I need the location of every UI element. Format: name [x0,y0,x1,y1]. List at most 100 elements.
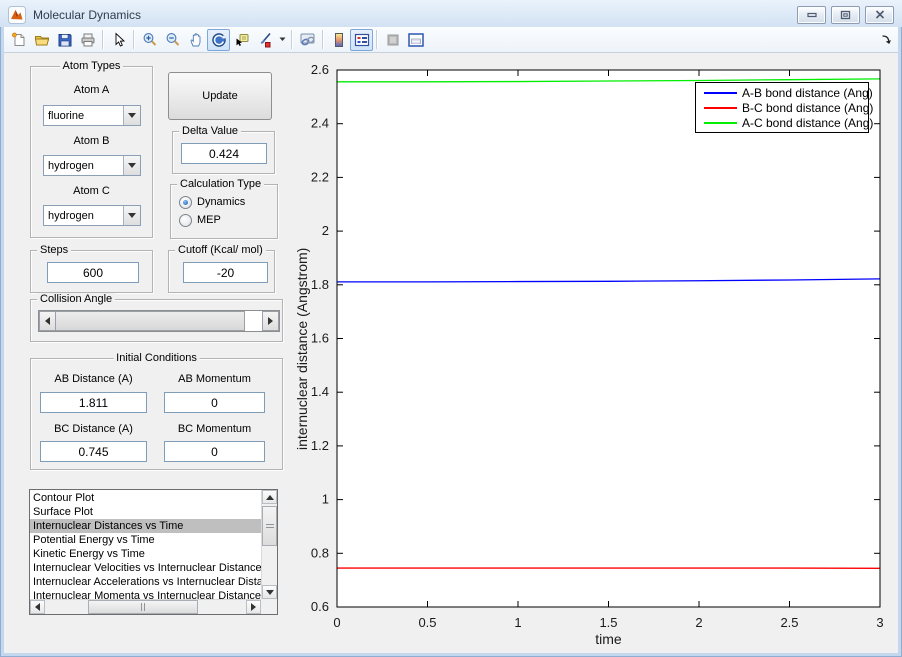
atom-types-panel-title: Atom Types [59,60,124,73]
rotate-3d-icon [211,32,226,47]
restore-button[interactable] [831,5,860,24]
list-item[interactable]: Internuclear Distances vs Time [30,519,261,533]
scroll-left-button[interactable] [30,600,45,614]
list-item[interactable]: Internuclear Accelerations vs Internucle… [30,575,261,589]
hide-plot-tools-icon [387,34,398,45]
slider-right-button[interactable] [262,311,279,331]
scroll-up-button[interactable] [262,490,277,504]
link-plot-button[interactable] [296,29,319,51]
insert-colorbar-button[interactable] [327,29,350,51]
slider-thumb[interactable] [55,311,245,331]
list-item[interactable]: Internuclear Velocities vs Internuclear … [30,561,261,575]
scroll-down-button[interactable] [262,585,277,599]
cutoff-title: Cutoff (Kcal/ mol) [175,244,266,257]
toolbar-overflow-icon[interactable] [881,34,892,45]
list-item[interactable]: Contour Plot [30,491,261,505]
brush-dropdown-button[interactable] [276,29,288,51]
insert-legend-button[interactable] [350,28,373,51]
pointer-tool-button[interactable] [107,29,130,51]
toolbar-separator [102,30,104,49]
legend-entry: A-C bond distance (Ang) [696,115,873,130]
hide-plot-tools-button[interactable] [381,29,404,51]
calculation-type-panel: Calculation Type [170,178,278,239]
thumb-grip [265,524,274,528]
zoom-in-icon [143,32,156,46]
scroll-right-button[interactable] [246,600,261,614]
radio-dynamics[interactable]: Dynamics [179,195,245,209]
pan-tool-button[interactable] [184,29,207,51]
collision-angle-slider[interactable] [38,310,280,332]
list-item[interactable]: Surface Plot [30,505,261,519]
radio-dynamics-label: Dynamics [197,196,246,208]
horizontal-scroll-thumb[interactable] [88,600,198,614]
delta-value-title: Delta Value [179,125,242,138]
list-item[interactable]: Potential Energy vs Time [30,533,261,547]
x-axis-label: time [595,631,622,647]
print-button[interactable] [76,29,99,51]
svg-text:1: 1 [514,615,521,630]
legend-line-sample [704,106,737,109]
rotate-3d-button[interactable] [207,28,230,51]
arrow-up-icon [265,494,274,500]
plot-type-listbox[interactable]: Contour Plot Surface Plot Internuclear D… [29,489,278,615]
plot-legend[interactable]: A-B bond distance (Ang) B-C bond distanc… [695,82,873,133]
legend-entry: A-B bond distance (Ang) [696,85,873,100]
ab-momentum-field[interactable] [164,392,265,413]
save-button[interactable] [53,29,76,51]
minimize-button[interactable] [797,5,826,24]
slider-left-button[interactable] [39,311,56,331]
chevron-down-icon [128,213,136,218]
calculation-type-title: Calculation Type [177,178,265,191]
data-cursor-button[interactable] [230,29,253,51]
steps-field[interactable] [47,262,139,283]
close-button[interactable] [865,5,894,24]
thumb-grip [141,603,145,611]
data-cursor-icon [236,33,248,46]
figure-canvas: 0 0.5 1 1.5 2 2.5 3 0.6 0.8 1 1.2 1.4 1.6 1.8 2 2.2 2.4 2… [4,53,898,653]
atom-a-value: fluorine [48,110,85,122]
collision-angle-title: Collision Angle [37,293,116,306]
cutoff-field[interactable] [183,262,268,283]
vertical-scrollbar[interactable] [261,490,277,599]
legend-line-sample [704,121,737,124]
restore-icon [840,10,851,19]
svg-text:0: 0 [333,615,340,630]
open-folder-icon [34,35,49,45]
ab-distance-field[interactable] [40,392,147,413]
svg-text:1: 1 [322,492,329,507]
ab-momentum-label: AB Momentum [178,373,251,385]
atom-b-value: hydrogen [48,160,94,172]
dock-figure-button[interactable] [404,29,427,51]
toolbar-separator [376,30,378,49]
radio-mep[interactable]: MEP [179,213,221,227]
pointer-icon [115,31,125,47]
svg-text:2.6: 2.6 [311,62,329,77]
brush-tool-button[interactable] [253,29,276,51]
atom-b-select[interactable]: hydrogen [43,155,141,176]
zoom-in-button[interactable] [138,29,161,51]
open-file-button[interactable] [30,29,53,51]
list-item[interactable]: Kinetic Energy vs Time [30,547,261,561]
new-file-button[interactable] [7,29,30,51]
combo-dropdown-button[interactable] [123,156,140,175]
zoom-out-button[interactable] [161,29,184,51]
atom-c-select[interactable]: hydrogen [43,205,141,226]
arrow-down-icon [265,589,274,595]
combo-dropdown-button[interactable] [123,206,140,225]
combo-dropdown-button[interactable] [123,106,140,125]
bc-distance-field[interactable] [40,441,147,462]
bc-momentum-field[interactable] [164,441,265,462]
update-button[interactable]: Update [168,72,272,120]
vertical-scroll-thumb[interactable] [262,506,277,546]
bc-distance-label: BC Distance (A) [54,423,133,435]
delta-value-field[interactable] [181,143,267,164]
listbox-rows: Contour Plot Surface Plot Internuclear D… [30,491,261,603]
atom-c-value: hydrogen [48,210,94,222]
horizontal-scrollbar[interactable] [30,599,261,614]
atom-a-select[interactable]: fluorine [43,105,141,126]
zoom-out-icon [166,32,179,46]
svg-text:2.2: 2.2 [311,169,329,184]
y-axis-label: internuclear distance (Angstrom) [294,247,310,450]
arrow-right-icon [251,603,256,611]
minimize-icon [806,12,817,18]
